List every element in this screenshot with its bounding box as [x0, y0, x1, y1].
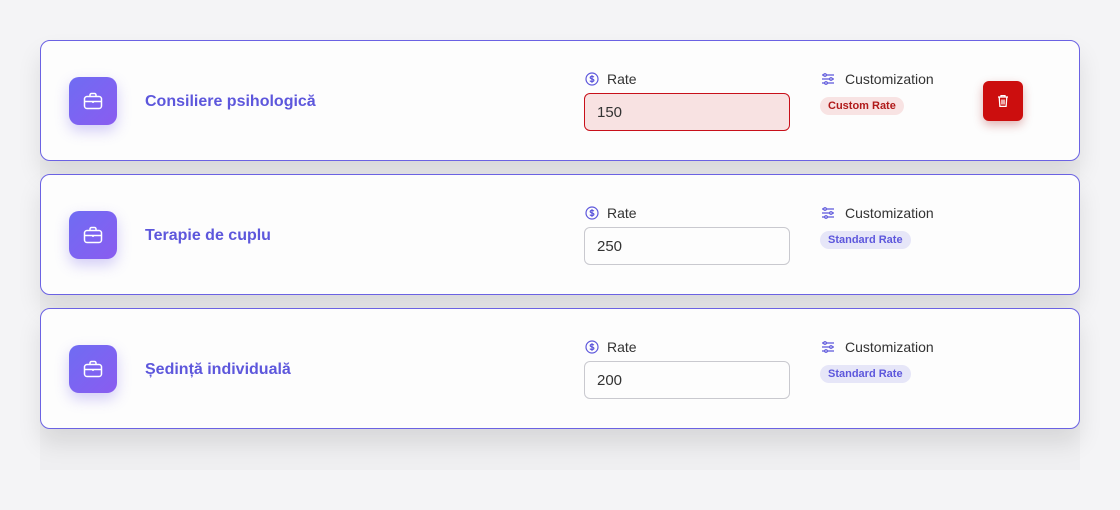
sliders-icon [822, 207, 834, 219]
service-name: Consiliere psihologică [145, 93, 316, 110]
dollar-circle-icon [585, 72, 599, 86]
sliders-icon [822, 341, 834, 353]
service-card: Ședință individuală Rate Customization S… [40, 308, 1080, 429]
sliders-icon [822, 73, 834, 85]
service-name: Ședință individuală [145, 361, 291, 378]
dollar-circle-icon [585, 206, 599, 220]
rate-label-text: Rate [607, 339, 637, 355]
briefcase-icon [69, 211, 117, 259]
customization-label: Customization [821, 71, 934, 87]
service-card: Consiliere psihologică Rate Customizatio… [40, 40, 1080, 161]
rate-label-text: Rate [607, 71, 637, 87]
customization-label: Customization [821, 205, 934, 221]
customization-label-text: Customization [845, 71, 934, 87]
rate-badge: Standard Rate [820, 365, 911, 383]
rate-label: Rate [585, 205, 637, 221]
briefcase-icon [69, 77, 117, 125]
customization-label-text: Customization [845, 205, 934, 221]
dollar-circle-icon [585, 340, 599, 354]
rate-input[interactable] [584, 361, 790, 399]
customization-label: Customization [821, 339, 934, 355]
rate-badge: Custom Rate [820, 97, 904, 115]
service-name: Terapie de cuplu [145, 227, 271, 244]
rate-input[interactable] [584, 227, 790, 265]
briefcase-icon [69, 345, 117, 393]
service-card: Terapie de cuplu Rate Customization Stan… [40, 174, 1080, 295]
trash-icon [998, 94, 1008, 108]
delete-button[interactable] [983, 81, 1023, 121]
rate-input[interactable] [584, 93, 790, 131]
rate-label: Rate [585, 339, 637, 355]
rate-badge: Standard Rate [820, 231, 911, 249]
rate-label: Rate [585, 71, 637, 87]
customization-label-text: Customization [845, 339, 934, 355]
rate-label-text: Rate [607, 205, 637, 221]
